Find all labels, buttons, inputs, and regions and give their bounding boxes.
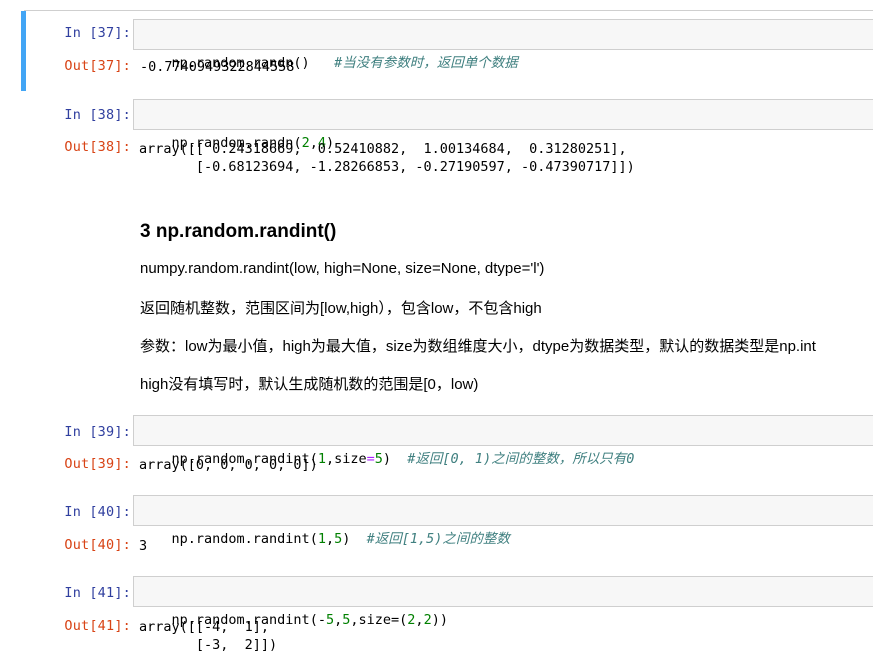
code-comma: , bbox=[325, 531, 335, 547]
cell-output: -0.7740949322844558 bbox=[140, 59, 295, 75]
code-cell-39[interactable]: In [39]: np.random.randint(1,size=5) #返回… bbox=[21, 406, 873, 486]
out-prompt: Out[41]: bbox=[64, 618, 131, 634]
out-prompt: Out[37]: bbox=[64, 58, 131, 74]
code-input[interactable]: np.random.randint(1,5) #返回[1,5)之间的整数 bbox=[133, 495, 873, 547]
code-comment: #返回[0, 1)之间的整数，所以只有0 bbox=[407, 451, 635, 467]
code-number: 5 bbox=[374, 451, 383, 467]
code-input[interactable]: np.random.randn() #当没有参数时，返回单个数据 bbox=[133, 19, 873, 71]
code-input[interactable]: np.random.randint(1,size=5) #返回[0, 1)之间的… bbox=[133, 415, 873, 467]
cell-output: array([0, 0, 0, 0, 0]) bbox=[139, 457, 318, 473]
code-cell-37[interactable]: In [37]: np.random.randn() #当没有参数时，返回单个数… bbox=[21, 11, 873, 91]
code-kwarg: ,size bbox=[350, 612, 392, 628]
code-kwarg: ,size bbox=[325, 451, 367, 467]
code-number: 5 bbox=[325, 612, 335, 628]
code-comma: , bbox=[415, 612, 424, 628]
markdown-paragraph: 返回随机整数，范围区间为[low,high），包含low，不包含high bbox=[140, 300, 542, 317]
in-prompt: In [39]: bbox=[64, 424, 131, 440]
in-prompt: In [41]: bbox=[64, 585, 131, 601]
cell-output: 3 bbox=[139, 538, 148, 554]
code-paren: ) bbox=[382, 451, 392, 467]
code-number: 2 bbox=[423, 612, 432, 628]
code-input[interactable]: np.random.randn(2,4) bbox=[133, 99, 873, 151]
markdown-heading: 3 np.random.randint() bbox=[140, 221, 337, 242]
in-prompt: In [37]: bbox=[64, 25, 131, 41]
code-operator: = bbox=[366, 451, 375, 467]
code-number: 1 bbox=[317, 531, 326, 547]
out-prompt: Out[40]: bbox=[64, 537, 131, 553]
markdown-paragraph: 参数：low为最小值，high为最大值，size为数组维度大小，dtype为数据… bbox=[140, 338, 816, 355]
code-cell-40[interactable]: In [40]: np.random.randint(1,5) #返回[1,5)… bbox=[21, 486, 873, 566]
markdown-paragraph: numpy.random.randint(low, high=None, siz… bbox=[140, 260, 545, 277]
code-number: 1 bbox=[317, 451, 326, 467]
markdown-paragraph: high没有填写时，默认生成随机数的范围是[0，low) bbox=[140, 376, 479, 393]
in-prompt: In [38]: bbox=[64, 107, 131, 123]
code-comma: , bbox=[334, 612, 343, 628]
cell-output-line: [-0.68123694, -1.28266853, -0.27190597, … bbox=[139, 159, 635, 175]
code-operator: =( bbox=[391, 612, 408, 628]
cell-output-line: array([[ 0.24318669, 0.52410882, 1.00134… bbox=[139, 141, 627, 157]
code-comment: #当没有参数时，返回单个数据 bbox=[334, 55, 518, 71]
code-paren: (- bbox=[309, 612, 326, 628]
out-prompt: Out[38]: bbox=[64, 139, 131, 155]
code-paren: ( bbox=[309, 531, 318, 547]
out-prompt: Out[39]: bbox=[64, 456, 131, 472]
code-comment: #返回[1,5)之间的整数 bbox=[366, 531, 510, 547]
cell-output-line: array([[-4, 1], bbox=[139, 619, 270, 635]
code-paren: )) bbox=[431, 612, 448, 628]
code-cell-38[interactable]: In [38]: np.random.randn(2,4) Out[38]: a… bbox=[21, 90, 873, 190]
cell-output-line: [-3, 2]]) bbox=[139, 637, 278, 653]
code-input[interactable]: np.random.randint(-5,5,size=(2,2)) bbox=[133, 576, 873, 628]
code-cell-41[interactable]: In [41]: np.random.randint(-5,5,size=(2,… bbox=[21, 567, 873, 663]
code-text: np.random.randint bbox=[171, 531, 310, 547]
in-prompt: In [40]: bbox=[64, 504, 131, 520]
